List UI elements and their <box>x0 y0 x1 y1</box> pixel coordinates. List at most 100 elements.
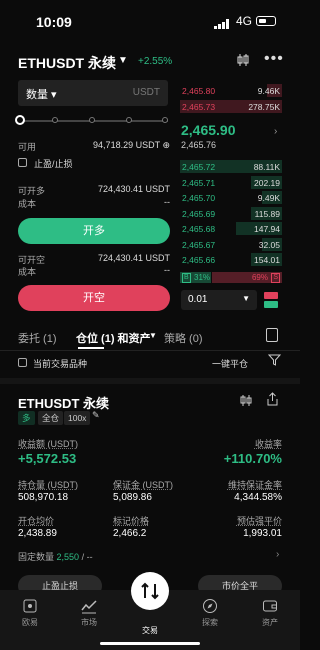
nav-market[interactable]: 市场 <box>64 598 114 628</box>
bid-row[interactable]: 2,465.69 115.89 <box>180 207 282 220</box>
bid-price: 2,465.69 <box>182 209 216 219</box>
chevron-right-icon[interactable]: › <box>274 126 277 137</box>
share-icon[interactable] <box>266 392 279 409</box>
margin-label: 保证金 (USDT) <box>113 480 173 490</box>
can-open-long-label: 可开多 <box>18 186 46 196</box>
filter-icon[interactable] <box>267 354 282 369</box>
pnl-value: +5,572.53 <box>18 451 77 466</box>
tpsl-label: 止盈/止损 <box>34 159 73 169</box>
ask-row[interactable]: 2,465.80 9.46K <box>180 84 282 97</box>
tab-strategy[interactable]: 策略 (0) <box>164 330 203 346</box>
bid-price: 2,465.72 <box>182 162 216 172</box>
long-cost-label: 成本 <box>18 199 37 209</box>
bid-qty: 115.89 <box>254 209 280 219</box>
active-tab-indicator <box>78 347 104 349</box>
short-cost-label: 成本 <box>18 267 37 277</box>
more-icon[interactable]: ••• <box>264 50 284 68</box>
bid-row[interactable]: 2,465.67 32.05 <box>180 238 282 251</box>
signal-icon <box>214 16 230 34</box>
depth-select[interactable]: 0.01 ▼ <box>181 290 257 310</box>
nav-home[interactable]: 欧易 <box>5 598 55 628</box>
tpsl-row[interactable]: 止盈/止损 <box>18 157 170 169</box>
fixed-quantity-row: 固定数量 2,550 / -- <box>18 550 93 563</box>
last-price[interactable]: 2,465.90 <box>181 122 236 138</box>
ask-price: 2,465.80 <box>182 86 216 96</box>
nav-label: 探索 <box>202 618 218 627</box>
buy-badge: B <box>182 273 191 283</box>
caret-down-icon[interactable]: ▼ <box>149 331 157 340</box>
edit-icon[interactable]: ✎ <box>92 410 100 421</box>
market-chart-icon <box>81 600 97 614</box>
nav-label: 市场 <box>81 618 97 627</box>
fixed-quantity-label: 固定数量 <box>18 552 55 562</box>
quantity-type-text: 数量 <box>26 89 48 101</box>
add-circle-icon[interactable]: ⊕ <box>162 140 170 150</box>
chevron-right-icon[interactable]: › <box>276 549 279 560</box>
caret-down-icon[interactable]: ▼ <box>118 55 128 66</box>
mark-price-label: 标记价格 <box>113 516 150 526</box>
available-amount: 94,718.29 USDT <box>93 140 160 150</box>
price-change: +2.55% <box>138 56 173 67</box>
nav-explore[interactable]: 探索 <box>185 598 235 628</box>
open-short-button[interactable]: 开空 <box>18 285 170 311</box>
status-time: 10:09 <box>36 14 72 30</box>
nav-label: 欧易 <box>22 618 38 627</box>
nav-assets[interactable]: 资产 <box>245 598 295 628</box>
nav-label: 资产 <box>262 618 278 627</box>
bid-qty: 147.94 <box>254 224 280 234</box>
ask-qty: 9.46K <box>257 86 280 96</box>
bottom-nav: 欧易 市场 交易 探索 资产 <box>0 572 300 650</box>
trade-swap-icon[interactable] <box>131 572 169 610</box>
slider-tick[interactable] <box>126 117 132 123</box>
current-symbol-label[interactable]: 当前交易品种 <box>33 357 87 370</box>
ask-row[interactable]: 2,465.73 278.75K <box>180 100 282 113</box>
bid-qty: 154.01 <box>254 255 280 265</box>
slider-thumb[interactable] <box>15 115 25 125</box>
candlestick-icon[interactable] <box>236 53 250 70</box>
mark-price: 2,465.76 <box>181 140 217 150</box>
depth-value: 0.01 <box>188 294 208 305</box>
quantity-slider[interactable] <box>15 115 168 125</box>
bid-qty: 88.11K <box>253 162 280 172</box>
nav-label: 交易 <box>142 626 158 635</box>
home-indicator <box>100 642 200 645</box>
compass-icon <box>203 599 217 613</box>
long-cost-value: -- <box>164 197 170 207</box>
caret-down-icon: ▼ <box>242 294 250 303</box>
ask-qty: 278.75K <box>248 102 280 112</box>
nav-trade[interactable]: 交易 <box>125 622 175 636</box>
candlestick-icon[interactable] <box>240 394 253 410</box>
bid-row[interactable]: 2,465.66 154.01 <box>180 253 282 266</box>
available-row: 可用 94,718.29 USDT ⊕ <box>18 140 170 152</box>
buy-percent: 31% <box>194 273 211 282</box>
bid-row[interactable]: 2,465.68 147.94 <box>180 222 282 235</box>
tab-positions[interactable]: 仓位 (1) 和资产 <box>76 330 151 346</box>
open-long-button[interactable]: 开多 <box>18 218 170 244</box>
order-history-icon[interactable] <box>266 328 278 342</box>
quantity-input[interactable]: 数量 ▾ USDT <box>18 80 168 106</box>
can-open-long-row: 可开多 724,430.41 USDT <box>18 184 170 196</box>
bid-row[interactable]: 2,465.70 9.49K <box>180 191 282 204</box>
bid-row[interactable]: 2,465.71 202.19 <box>180 176 282 189</box>
instrument-title[interactable]: ETHUSDT 永续 <box>18 53 116 73</box>
margin-value: 5,089.86 <box>113 492 152 503</box>
sell-percent: 69% <box>251 273 268 282</box>
mmr-value: 4,344.58% <box>234 492 282 503</box>
bid-price: 2,465.66 <box>182 255 216 265</box>
bid-qty: 32.05 <box>258 240 280 250</box>
tab-orders[interactable]: 委托 (1) <box>18 330 57 346</box>
slider-tick[interactable] <box>162 117 168 123</box>
slider-tick[interactable] <box>52 117 58 123</box>
orderbook-layout-icon[interactable] <box>264 291 278 309</box>
tpsl-checkbox[interactable] <box>18 158 27 167</box>
roe-label: 收益率 <box>254 439 282 449</box>
leverage-badge[interactable]: 100x <box>64 411 91 425</box>
close-all-button[interactable]: 一键平仓 <box>212 357 248 370</box>
pnl-label: 收益额 (USDT) <box>18 439 78 449</box>
quantity-type-label[interactable]: 数量 ▾ <box>26 86 57 102</box>
bid-price: 2,465.68 <box>182 224 216 234</box>
chevron-right-icon[interactable]: › <box>99 394 103 406</box>
slider-tick[interactable] <box>89 117 95 123</box>
current-symbol-checkbox[interactable] <box>18 358 27 367</box>
bid-row[interactable]: 2,465.72 88.11K <box>180 160 282 173</box>
